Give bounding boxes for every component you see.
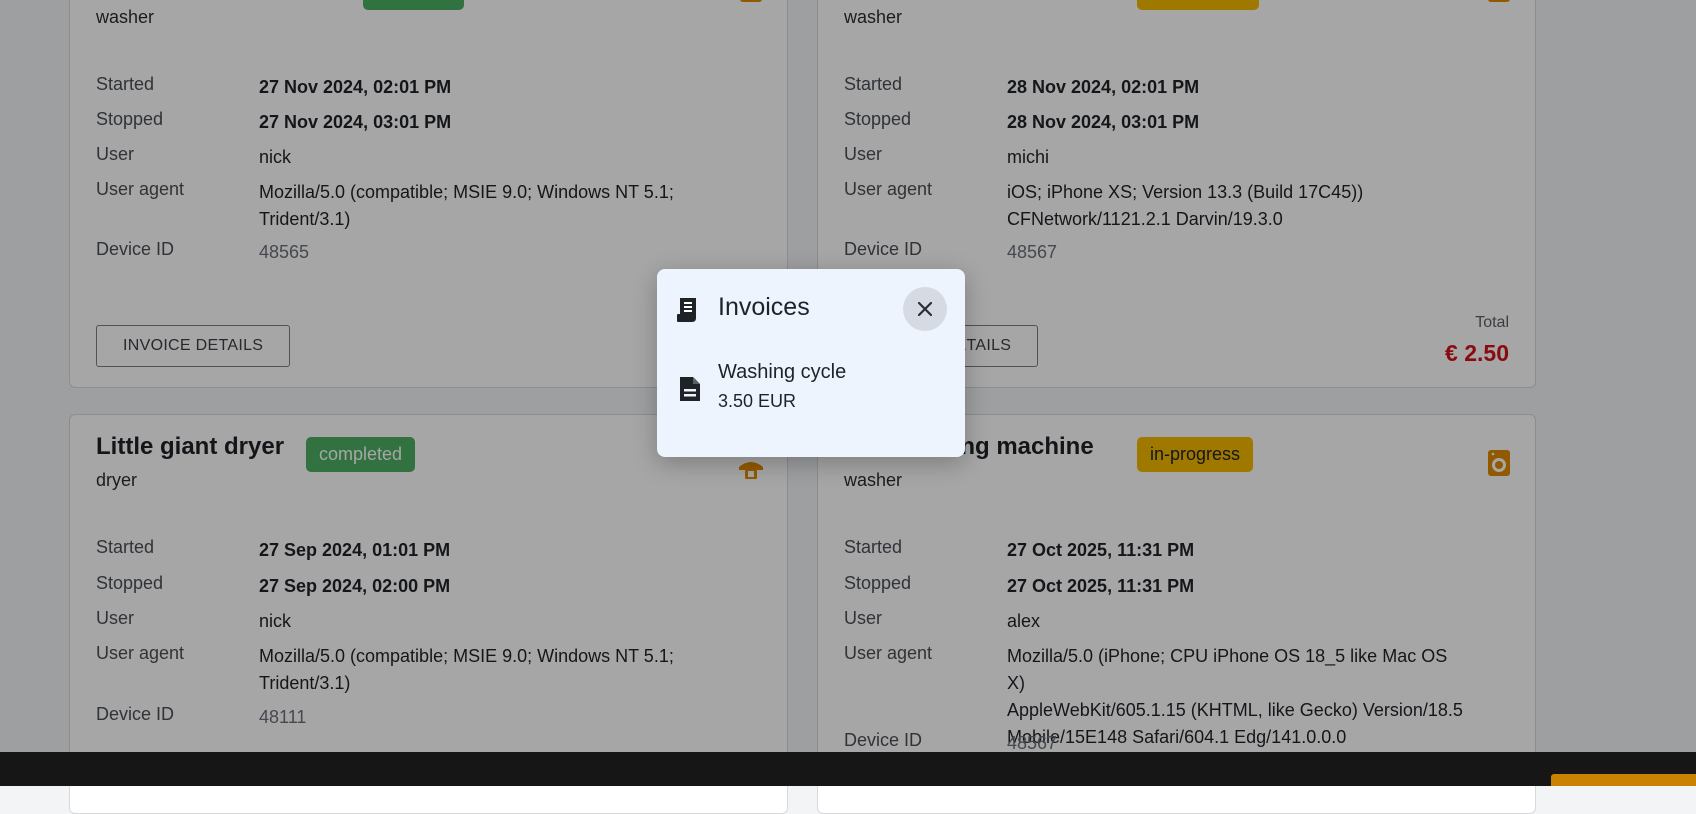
invoice-amount: 3.50 EUR (718, 391, 797, 411)
close-icon (917, 301, 933, 317)
invoice-document-icon (680, 377, 700, 401)
invoice-list-item[interactable]: Washing cycle 3.50 EUR (657, 361, 965, 421)
dialog-title: Invoices (718, 293, 810, 321)
bottom-action-button[interactable] (1551, 774, 1696, 786)
close-button[interactable] (903, 287, 947, 331)
bottom-bar (0, 752, 1696, 786)
invoice-title: Washing cycle (718, 361, 847, 383)
receipt-icon (677, 298, 696, 322)
invoices-dialog: Invoices Washing cycle 3.50 EUR (657, 269, 965, 457)
